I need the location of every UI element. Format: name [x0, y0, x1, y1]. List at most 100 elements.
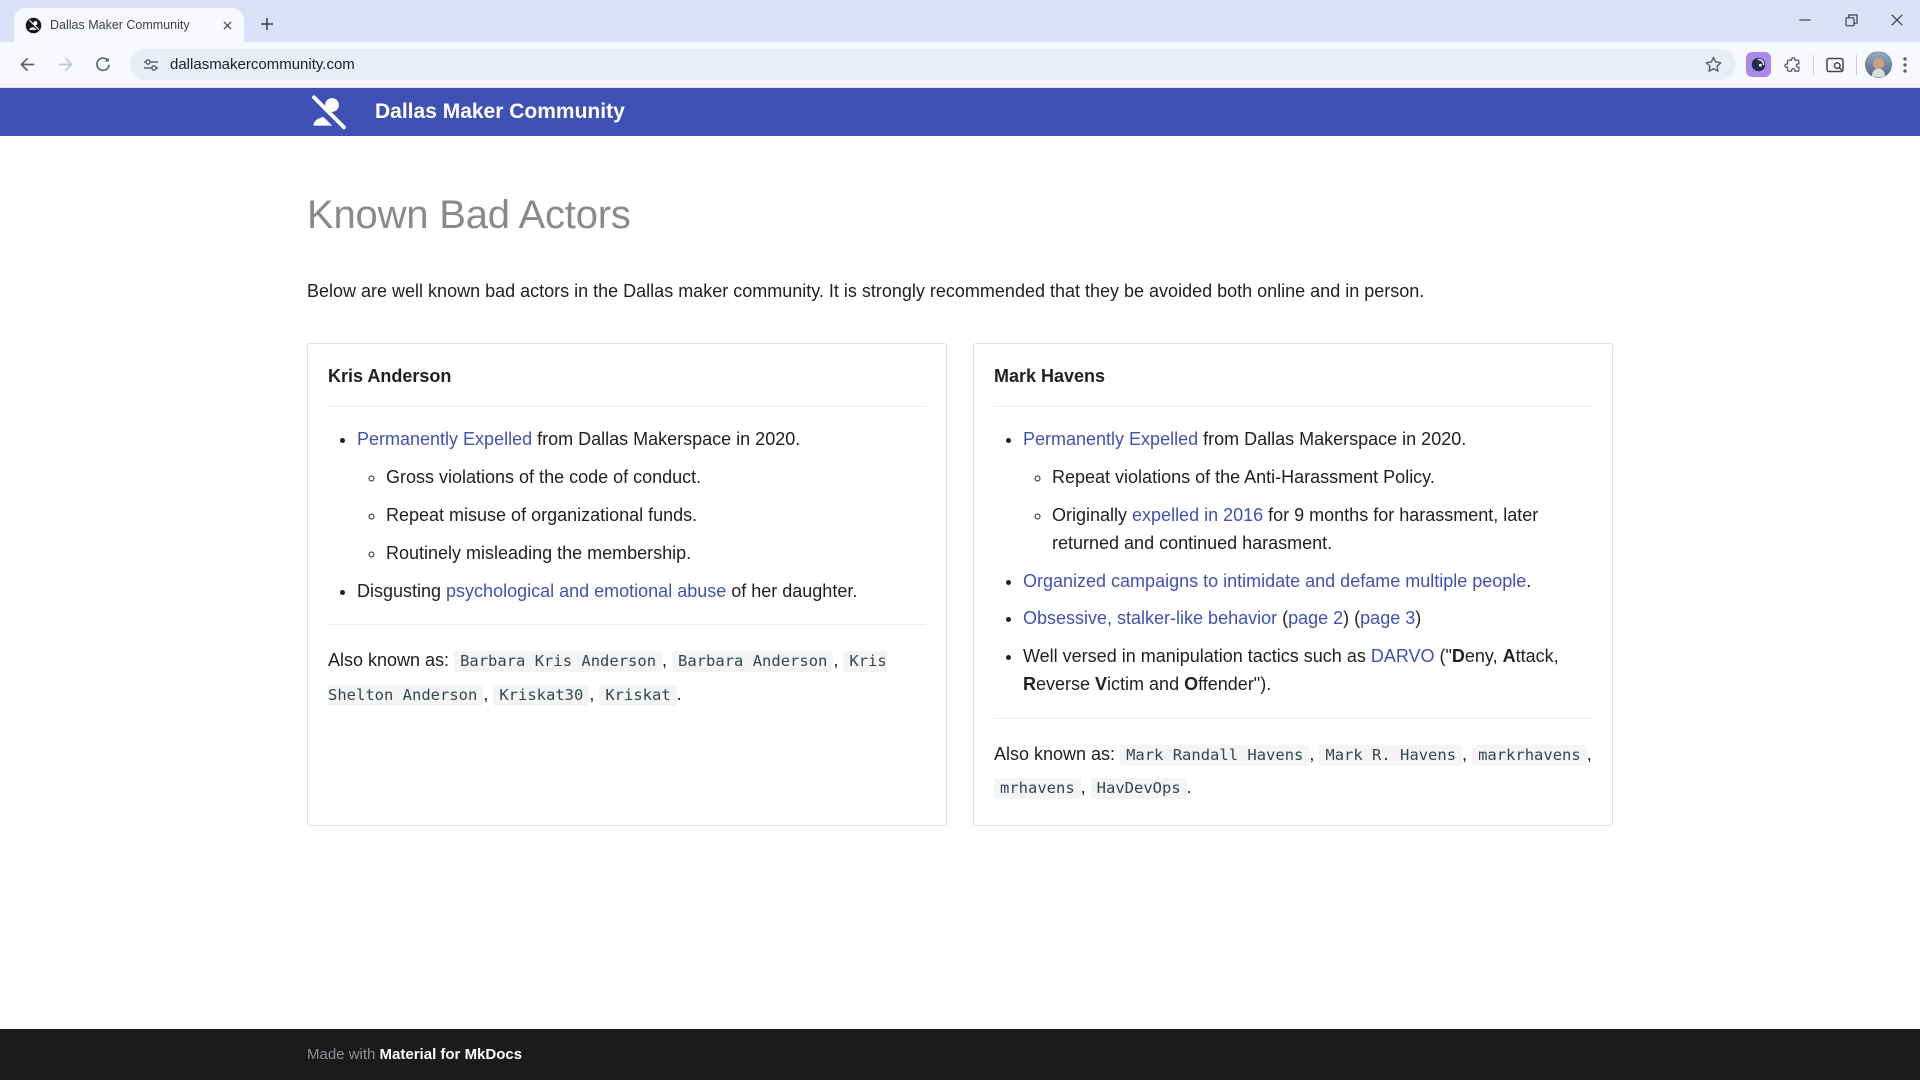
extensions-puzzle-icon[interactable] — [1779, 52, 1805, 78]
site-logo-person-off-icon[interactable] — [307, 92, 347, 132]
alias-chip: mrhavens — [994, 778, 1081, 799]
site-favicon-icon — [25, 17, 42, 34]
page-footer: Made with Material for MkDocs — [0, 1029, 1920, 1080]
intro-paragraph: Below are well known bad actors in the D… — [307, 278, 1613, 305]
site-info-icon[interactable] — [142, 57, 160, 73]
alias-chip: Kriskat30 — [493, 685, 589, 706]
text-run: Gross violations of the code of conduct. — [386, 467, 701, 487]
screenshot-extension-icon[interactable] — [1746, 52, 1771, 77]
text-run: eny, — [1465, 646, 1503, 666]
text-run: ictim and — [1107, 674, 1184, 694]
forward-button[interactable] — [48, 48, 82, 82]
list-item: Obsessive, stalker-like behavior (page 2… — [1023, 605, 1592, 633]
content-link[interactable]: Permanently Expelled — [1023, 429, 1198, 449]
separator: , — [1309, 744, 1319, 764]
bad-actor-cards-grid: Kris AndersonPermanently Expelled from D… — [307, 343, 1613, 826]
aka-label: Also known as: — [328, 650, 454, 670]
bold-text: O — [1184, 674, 1198, 694]
text-run: Repeat misuse of organizational funds. — [386, 505, 697, 525]
footer-made-with: Made with — [307, 1046, 380, 1063]
text-run: everse — [1036, 674, 1095, 694]
address-bar[interactable]: dallasmakercommunity.com — [130, 49, 1736, 80]
aka-label: Also known as: — [994, 744, 1120, 764]
text-run: Originally — [1052, 505, 1132, 525]
content-link[interactable]: DARVO — [1371, 646, 1435, 666]
alias-chip: markrhavens — [1472, 745, 1587, 766]
divider — [328, 406, 926, 407]
alias-chip: HavDevOps — [1091, 778, 1187, 799]
alias-chip: Barbara Kris Anderson — [454, 651, 662, 672]
bullet-list: Permanently Expelled from Dallas Makersp… — [328, 426, 926, 605]
side-search-icon[interactable] — [1822, 53, 1848, 77]
tab-title: Dallas Maker Community — [50, 18, 210, 32]
toolbar-divider — [1813, 55, 1814, 75]
browser-tab[interactable]: Dallas Maker Community — [14, 8, 244, 42]
page-content: Known Bad Actors Below are well known ba… — [0, 136, 1920, 1029]
separator: , — [483, 684, 493, 704]
window-minimize-button[interactable] — [1782, 0, 1828, 40]
text-run: ( — [1277, 608, 1288, 628]
bad-actor-card: Mark Havens Permanently Expelled from Dal… — [973, 343, 1613, 826]
bad-actor-card: Kris AndersonPermanently Expelled from D… — [307, 343, 947, 826]
text-run: Repeat violations of the Anti-Harassment… — [1052, 467, 1435, 487]
content-link[interactable]: expelled in 2016 — [1132, 505, 1263, 525]
bookmark-star-icon[interactable] — [1701, 52, 1726, 77]
separator: . — [1187, 777, 1192, 797]
text-run: (" — [1435, 646, 1452, 666]
alias-chip: Mark Randall Havens — [1120, 745, 1309, 766]
window-restore-button[interactable] — [1828, 0, 1874, 40]
toolbar-right-cluster — [1746, 51, 1910, 78]
aka-line: Also known as: Barbara Kris Anderson, Ba… — [328, 644, 926, 711]
tab-close-icon[interactable] — [218, 16, 236, 34]
divider — [994, 406, 1592, 407]
list-item: Repeat violations of the Anti-Harassment… — [1052, 464, 1592, 492]
text-run: ttack, — [1516, 646, 1559, 666]
card-title: Mark Havens — [994, 366, 1592, 387]
alias-chip: Kriskat — [599, 685, 676, 706]
window-close-button[interactable] — [1874, 0, 1920, 40]
site-title[interactable]: Dallas Maker Community — [375, 100, 625, 124]
list-item: Permanently Expelled from Dallas Makersp… — [1023, 426, 1592, 558]
content-link[interactable]: Organized campaigns to intimidate and de… — [1023, 571, 1526, 591]
text-run: from Dallas Makerspace in 2020. — [1198, 429, 1466, 449]
content-link[interactable]: Permanently Expelled — [357, 429, 532, 449]
list-item: Routinely misleading the membership. — [386, 540, 926, 568]
reload-button[interactable] — [86, 48, 120, 82]
text-run: ) ( — [1343, 608, 1360, 628]
tab-strip: Dallas Maker Community — [0, 0, 1920, 42]
new-tab-button[interactable] — [252, 9, 282, 39]
profile-avatar[interactable] — [1865, 51, 1892, 78]
text-run: ffender"). — [1198, 674, 1271, 694]
text-run: . — [1526, 571, 1531, 591]
browser-window: Dallas Maker Community — [0, 0, 1920, 1080]
footer-generator-link[interactable]: Material for MkDocs — [380, 1046, 523, 1063]
separator: . — [677, 684, 682, 704]
separator: , — [589, 684, 599, 704]
separator: , — [1081, 777, 1091, 797]
text-run: of her daughter. — [726, 581, 857, 601]
browser-toolbar: dallasmakercommunity.com — [0, 42, 1920, 88]
aka-line: Also known as: Mark Randall Havens, Mark… — [994, 738, 1592, 805]
back-button[interactable] — [10, 48, 44, 82]
separator: , — [833, 650, 843, 670]
list-item: Repeat misuse of organizational funds. — [386, 502, 926, 530]
browser-menu-icon[interactable] — [1900, 54, 1910, 76]
content-link[interactable]: Obsessive, stalker-like behavior — [1023, 608, 1277, 628]
bold-text: R — [1023, 674, 1036, 694]
window-controls — [1782, 0, 1920, 40]
content-link[interactable]: page 3 — [1360, 608, 1415, 628]
separator: , — [1462, 744, 1472, 764]
content-link[interactable]: psychological and emotional abuse — [446, 581, 726, 601]
text-run: Well versed in manipulation tactics such… — [1023, 646, 1371, 666]
alias-chip: Barbara Anderson — [672, 651, 833, 672]
alias-chip: Mark R. Havens — [1319, 745, 1462, 766]
text-run: Routinely misleading the membership. — [386, 543, 691, 563]
bold-text: V — [1095, 674, 1107, 694]
text-run: Disgusting — [357, 581, 446, 601]
content-link[interactable]: page 2 — [1288, 608, 1343, 628]
list-item: Gross violations of the code of conduct. — [386, 464, 926, 492]
url-text[interactable]: dallasmakercommunity.com — [170, 56, 1691, 73]
divider — [328, 624, 926, 625]
page-title: Known Bad Actors — [307, 192, 1613, 238]
bullet-list: Repeat violations of the Anti-Harassment… — [1023, 464, 1592, 558]
